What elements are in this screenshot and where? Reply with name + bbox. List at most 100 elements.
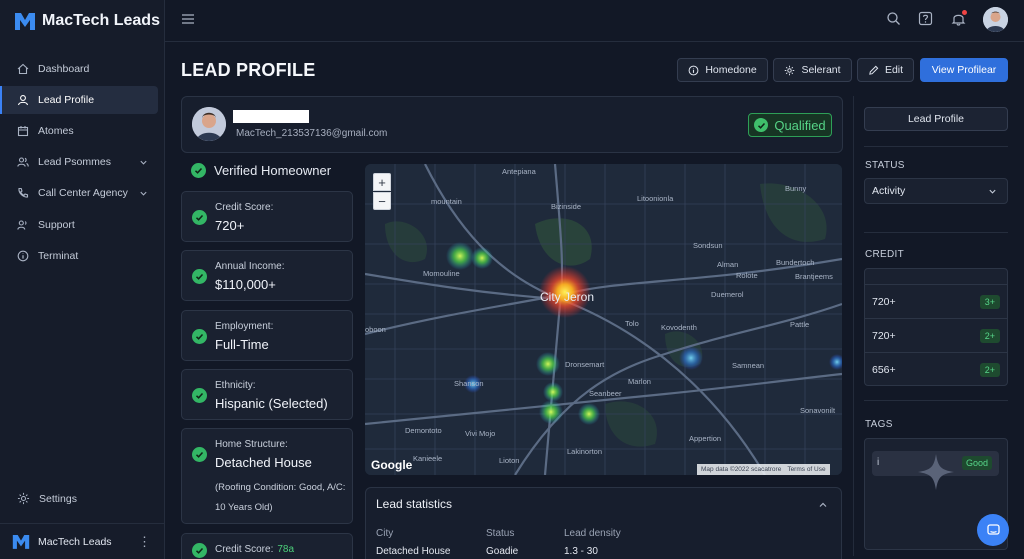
footer-brand-name: MacTech Leads [38, 535, 112, 548]
profile-card [181, 96, 843, 153]
stats-value-status: Goadie [486, 546, 519, 557]
attr-value: 78a [277, 544, 295, 555]
map-label: Kovodenth [661, 323, 697, 332]
sidebar-item-label: Dashboard [38, 63, 90, 75]
sidebar-item-lead-psommes[interactable]: Lead Psommes [0, 148, 158, 176]
map-label: Litoonionla [637, 194, 674, 203]
zoom-in-button[interactable]: + [373, 173, 391, 191]
chat-button[interactable] [977, 514, 1009, 546]
sidebar-item-call-center-agency[interactable]: Call Center Agency [0, 179, 158, 207]
verified-label: Verified Homeowner [214, 163, 332, 178]
map-attribution-text: Map data ©2022 scacatrore [701, 466, 782, 473]
selerant-button[interactable]: Selerant [773, 58, 852, 82]
sidebar-item-label: Atomes [38, 125, 74, 137]
phone-icon [18, 187, 29, 198]
lead-profile-button[interactable]: Lead Profile [864, 107, 1008, 131]
credit-badge: 2+ [979, 328, 1000, 343]
more-vertical-icon[interactable]: ⋮ [138, 534, 151, 550]
tag-badge[interactable]: Good [962, 456, 993, 470]
user-icon [17, 95, 29, 106]
edit-button[interactable]: Edit [857, 58, 914, 82]
sidebar-item-lead-profile[interactable]: Lead Profile [0, 86, 158, 114]
attr-value: Full-Time [215, 337, 269, 352]
credit-row[interactable]: 720+ 2+ [864, 318, 1008, 352]
view-profile-button[interactable]: View Profilear [920, 58, 1008, 82]
map-label: oboon [365, 325, 386, 334]
attr-label: Ethnicity: [215, 380, 256, 391]
map-label: Demontoto [405, 426, 442, 435]
terms-link[interactable]: Terms of Use [787, 466, 825, 473]
map-label: Bundertoch [776, 258, 814, 267]
sidebar-item-terminat[interactable]: Terminat [0, 242, 158, 270]
logo-icon [12, 534, 30, 549]
sidebar-item-dashboard[interactable]: Dashboard [0, 55, 158, 83]
status-label: STATUS [865, 160, 905, 171]
stats-value-density: 1.3 - 30 [564, 546, 598, 557]
map-label: Vivi Mojo [465, 429, 495, 438]
attr-value: $110,000+ [215, 277, 276, 292]
home-structure-card: Home Structure: Detached House (Roofing … [181, 428, 353, 524]
sidebar-item-label: Support [38, 219, 75, 231]
map-label: Sonavonilt [800, 406, 836, 415]
gear-icon [785, 65, 795, 75]
hamburger-icon[interactable] [181, 13, 195, 25]
ethnicity-card: Ethnicity: Hispanic (Selected) [181, 369, 353, 420]
help-icon[interactable] [918, 11, 933, 26]
avatar-image [192, 107, 226, 141]
avatar[interactable] [983, 7, 1008, 32]
calendar-icon [17, 126, 29, 137]
map-label: Kanieele [413, 454, 442, 463]
qualified-badge: Qualified [748, 113, 832, 137]
chevron-up-icon[interactable] [818, 500, 828, 510]
attr-label: Credit Score: 78a [215, 544, 294, 555]
heatmap-map[interactable]: Antepiana mountain Litoonionla Bunny Biz… [365, 164, 842, 475]
map-label: Lioton [499, 456, 519, 465]
chevron-down-icon [140, 191, 147, 196]
attr-label: Home Structure: [215, 439, 288, 450]
sidebar-item-label: Lead Psommes [38, 156, 111, 168]
credit-score-card: Credit Score: 720+ [181, 191, 353, 242]
footer-brand[interactable]: MacTech Leads ⋮ [0, 523, 165, 559]
status-select[interactable]: Activity [864, 178, 1008, 204]
map-label: Bizinside [551, 202, 581, 211]
home-icon [17, 63, 29, 75]
notification-dot [962, 10, 967, 15]
stats-header-status: Status [486, 528, 515, 539]
attr-label: Employment: [215, 321, 274, 332]
map-label: Duemerol [711, 290, 744, 299]
attr-label: Credit Score: [215, 202, 274, 213]
lead-statistics-title: Lead statistics [376, 497, 453, 511]
sidebar-item-support[interactable]: Support [0, 211, 158, 239]
settings-label: Settings [39, 492, 77, 505]
map-label: Rolote [736, 271, 758, 280]
check-icon [192, 329, 207, 344]
status-value: Activity [872, 185, 906, 197]
homedone-button[interactable]: Homedone [677, 58, 768, 82]
settings-link[interactable]: Settings [17, 492, 77, 505]
brand[interactable]: MacTech Leads [14, 8, 160, 34]
qualified-label: Qualified [774, 117, 826, 133]
map-canvas: Antepiana mountain Litoonionla Bunny Biz… [365, 164, 842, 475]
pencil-icon [869, 65, 879, 75]
map-label: Tolo [625, 319, 639, 328]
sidebar-item-label: Lead Profile [38, 94, 95, 106]
support-icon [17, 220, 27, 230]
credit-value: 656+ [872, 363, 896, 376]
zoom-out-button[interactable]: − [373, 192, 391, 210]
credit-row[interactable]: 656+ 2+ [864, 352, 1008, 386]
sidebar-item-atomes[interactable]: Atomes [0, 117, 158, 145]
map-label: Bunny [785, 184, 807, 193]
search-icon[interactable] [886, 11, 901, 26]
map-label: Pattle [790, 320, 809, 329]
attr-value: Detached House [215, 455, 312, 470]
attr-label: Annual Income: [215, 261, 285, 272]
map-label-city: City Jeron [540, 290, 594, 304]
brand-name: MacTech Leads [42, 12, 160, 29]
map-label: Antepiana [502, 167, 537, 176]
page-title: LEAD PROFILE [181, 60, 316, 80]
credit-label: CREDIT [865, 249, 905, 260]
credit-row[interactable]: 720+ 3+ [864, 284, 1008, 318]
sidebar-item-label: Call Center Agency [38, 187, 128, 199]
avatar-image [983, 7, 1008, 32]
check-icon [192, 210, 207, 225]
